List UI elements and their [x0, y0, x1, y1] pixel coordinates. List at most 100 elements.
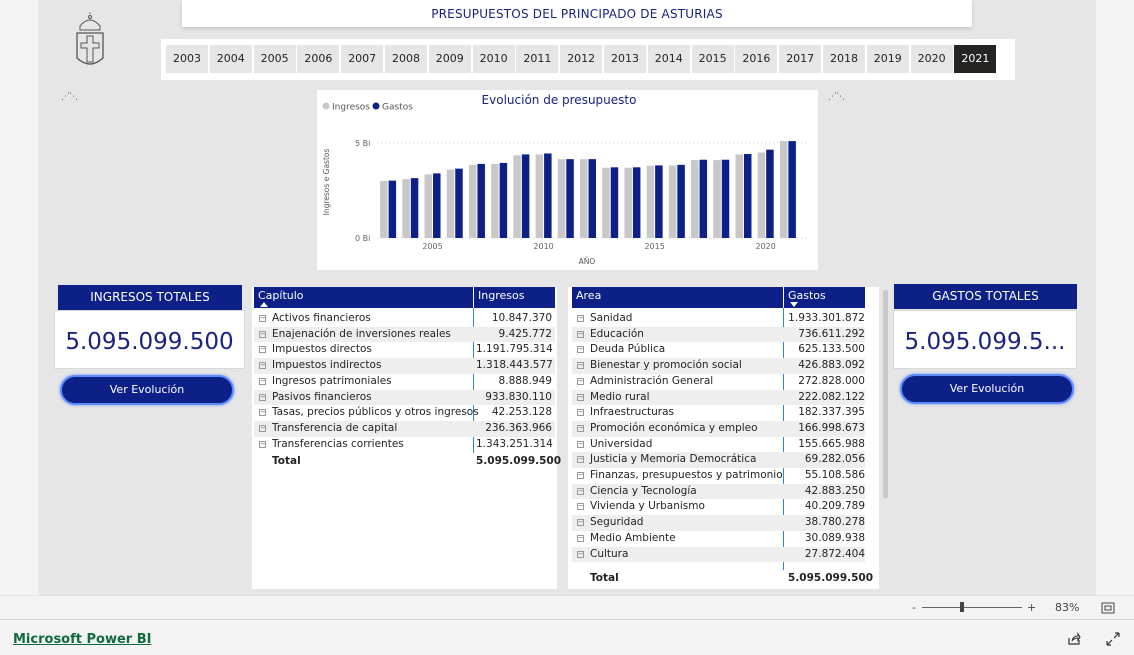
- expand-icon[interactable]: −: [259, 424, 266, 432]
- expand-icon[interactable]: −: [577, 393, 584, 401]
- table-row[interactable]: − Educación 736.611.292: [572, 326, 865, 343]
- fullscreen-icon[interactable]: [1106, 632, 1120, 646]
- table-row[interactable]: − Infraestructuras 182.337.395: [572, 405, 865, 421]
- row-label: Promoción económica y empleo: [590, 421, 758, 434]
- column-header-capitulo[interactable]: Capítulo: [254, 287, 473, 308]
- expand-icon[interactable]: −: [577, 346, 584, 354]
- table-row[interactable]: − Medio rural 222.082.122: [572, 389, 865, 406]
- expand-icon[interactable]: −: [577, 519, 584, 527]
- expand-icon[interactable]: −: [577, 424, 584, 432]
- expand-icon[interactable]: −: [577, 550, 584, 558]
- year-button-2004[interactable]: 2004: [209, 45, 252, 73]
- year-button-2010[interactable]: 2010: [472, 45, 515, 73]
- year-button-2003[interactable]: 2003: [166, 45, 208, 73]
- table-row[interactable]: − Finanzas, presupuestos y patrimonio 55.1…: [572, 468, 865, 484]
- powerbi-link[interactable]: Microsoft Power BI: [13, 632, 151, 647]
- year-button-2013[interactable]: 2013: [604, 45, 646, 73]
- gastos-matrix[interactable]: Area Gastos − Sanidad 1.933.301.872− Educac…: [568, 287, 879, 589]
- expand-icon[interactable]: −: [259, 393, 266, 401]
- gastos-matrix-scrollbar[interactable]: [883, 290, 888, 498]
- table-row[interactable]: − Impuestos indirectos 1.318.443.577: [254, 358, 555, 374]
- table-row[interactable]: − Transferencia de capital 236.363.966: [254, 420, 555, 437]
- bar-gastos-2009: [521, 154, 530, 238]
- expand-icon[interactable]: −: [577, 377, 584, 385]
- budget-evolution-chart[interactable]: Evolución de presupuesto Ingresos Gastos 0 …: [317, 90, 818, 270]
- year-button-2021[interactable]: 2021: [954, 45, 997, 73]
- year-button-2009[interactable]: 2009: [428, 45, 471, 73]
- bar-ingresos-2019: [735, 154, 743, 238]
- table-row[interactable]: − Enajenación de inversiones reales 9.425.…: [254, 326, 555, 343]
- year-button-2014[interactable]: 2014: [647, 45, 690, 73]
- gastos-ver-evolucion-button[interactable]: Ver Evolución: [900, 374, 1074, 404]
- table-row[interactable]: − Cultura 27.872.404: [572, 546, 865, 563]
- table-row[interactable]: − Tasas, precios públicos y otros ingreso…: [254, 405, 555, 421]
- column-header-area[interactable]: Area: [572, 287, 783, 308]
- expand-icon[interactable]: −: [259, 315, 266, 322]
- table-row[interactable]: − Bienestar y promoción social 426.883.092: [572, 358, 865, 374]
- total-label: Total: [590, 572, 619, 584]
- expand-icon[interactable]: −: [577, 503, 584, 511]
- table-row[interactable]: − Seguridad 38.780.278: [572, 515, 865, 531]
- bar-ingresos-2014: [624, 167, 632, 238]
- ingresos-ver-evolucion-button[interactable]: Ver Evolución: [60, 375, 234, 405]
- column-header-ingresos[interactable]: Ingresos: [473, 287, 555, 308]
- legend-marker-gastos: [372, 102, 380, 110]
- table-row[interactable]: − Impuestos directos 1.191.795.314: [254, 342, 555, 358]
- year-button-2005[interactable]: 2005: [253, 45, 296, 73]
- zoom-in-button[interactable]: +: [1027, 596, 1036, 620]
- year-button-2007[interactable]: 2007: [341, 45, 384, 73]
- table-row[interactable]: − Ciencia y Tecnología 42.883.250: [572, 483, 865, 500]
- year-button-2019[interactable]: 2019: [866, 45, 909, 73]
- expand-icon[interactable]: −: [577, 315, 584, 322]
- expand-icon[interactable]: −: [259, 409, 266, 417]
- bar-gastos-2007: [477, 163, 485, 238]
- bar-gastos-2016: [677, 164, 685, 238]
- expand-icon[interactable]: −: [577, 440, 584, 448]
- y-tick-label: 0 Bi: [355, 234, 370, 243]
- expand-icon[interactable]: −: [577, 534, 584, 542]
- powerbi-footer: Microsoft Power BI: [0, 619, 1134, 655]
- year-button-2015[interactable]: 2015: [691, 45, 734, 73]
- table-row[interactable]: − Sanidad 1.933.301.872: [572, 311, 865, 327]
- table-row[interactable]: − Deuda Pública 625.133.500: [572, 342, 865, 358]
- expand-icon[interactable]: −: [577, 330, 584, 338]
- table-row[interactable]: − Transferencias corrientes 1.343.251.314: [254, 437, 555, 453]
- share-icon[interactable]: [1067, 632, 1081, 646]
- year-button-2017[interactable]: 2017: [779, 45, 822, 73]
- expand-icon[interactable]: −: [259, 377, 266, 385]
- year-button-2008[interactable]: 2008: [385, 45, 427, 73]
- year-button-2018[interactable]: 2018: [823, 45, 865, 73]
- expand-icon[interactable]: −: [259, 440, 266, 448]
- row-value: 10.847.370: [491, 312, 552, 324]
- year-button-2020[interactable]: 2020: [910, 45, 953, 73]
- bar-gastos-2015: [655, 165, 663, 238]
- table-row[interactable]: − Medio Ambiente 30.089.938: [572, 531, 865, 547]
- table-row[interactable]: − Universidad 155.665.988: [572, 437, 865, 453]
- table-row[interactable]: − Justicia y Memoria Democrática 69.282.05…: [572, 452, 865, 468]
- expand-icon[interactable]: −: [259, 330, 266, 338]
- expand-icon[interactable]: −: [577, 472, 584, 479]
- table-row[interactable]: − Vivienda y Urbanismo 40.209.789: [572, 499, 865, 515]
- expand-icon[interactable]: −: [577, 409, 584, 417]
- expand-icon[interactable]: −: [577, 362, 584, 370]
- table-row[interactable]: − Activos financieros 10.847.370: [254, 311, 555, 327]
- zoom-slider[interactable]: [922, 607, 1022, 608]
- table-row[interactable]: − Administración General 272.828.000: [572, 374, 865, 390]
- year-button-2006[interactable]: 2006: [297, 45, 340, 73]
- year-button-2011[interactable]: 2011: [516, 45, 559, 73]
- expand-icon[interactable]: −: [577, 487, 584, 495]
- expand-icon[interactable]: −: [259, 362, 266, 370]
- column-header-gastos[interactable]: Gastos: [783, 287, 865, 308]
- expand-icon[interactable]: −: [577, 456, 584, 464]
- year-button-2012[interactable]: 2012: [560, 45, 603, 73]
- expand-icon[interactable]: −: [259, 346, 266, 354]
- ingresos-matrix[interactable]: Capítulo Ingresos − Activos financieros 10…: [252, 287, 561, 589]
- table-row[interactable]: − Promoción económica y empleo 166.998.673: [572, 420, 865, 437]
- table-row[interactable]: − Ingresos patrimoniales 8.888.949: [254, 374, 555, 390]
- zoom-out-button[interactable]: -: [912, 596, 916, 620]
- zoom-slider-thumb[interactable]: [960, 602, 964, 612]
- report-title: PRESUPUESTOS DEL PRINCIPADO DE ASTURIAS: [182, 0, 972, 27]
- table-row[interactable]: − Pasivos financieros 933.830.110: [254, 389, 555, 406]
- year-button-2016[interactable]: 2016: [735, 45, 778, 73]
- fit-to-page-icon[interactable]: [1101, 602, 1115, 614]
